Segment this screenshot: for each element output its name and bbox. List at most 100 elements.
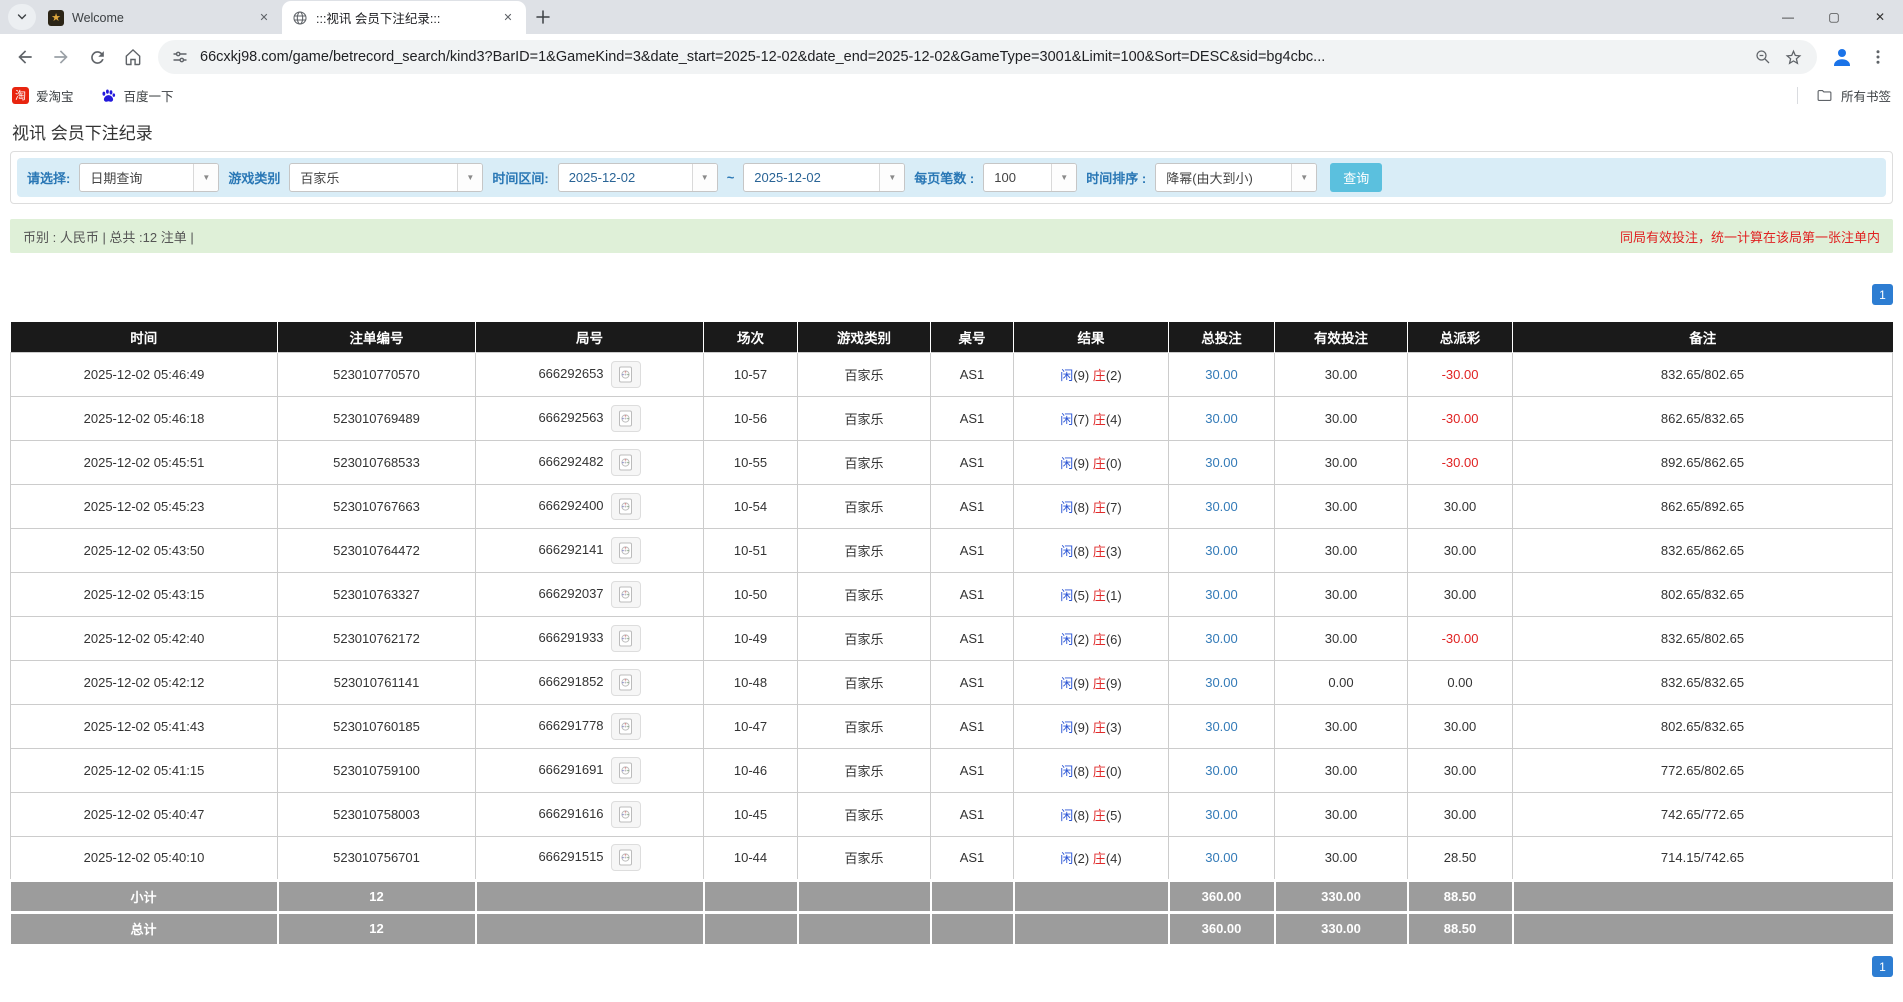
all-bookmarks[interactable]: 所有书签	[1797, 86, 1891, 105]
cell-payout: -30.00	[1408, 396, 1513, 440]
page-number-button[interactable]: 1	[1872, 956, 1893, 977]
bookmark-taobao[interactable]: 淘 爱淘宝	[12, 86, 74, 105]
column-header: 总投注	[1169, 322, 1275, 352]
tab-close-icon[interactable]: ✕	[256, 10, 272, 26]
page-content: 视讯 会员下注纪录 请选择: 日期查询 ▼ 游戏类别 百家乐 ▼ 时间区间: 2…	[0, 110, 1903, 977]
cell-result: 闲(8) 庄(0)	[1014, 748, 1169, 792]
total-bet-link[interactable]: 30.00	[1205, 499, 1238, 514]
total-bet-link[interactable]: 30.00	[1205, 763, 1238, 778]
column-header: 局号	[476, 322, 704, 352]
cell-note: 892.65/862.65	[1513, 440, 1893, 484]
site-settings-icon[interactable]	[172, 49, 188, 65]
date-start-picker[interactable]: 2025-12-02 ▼	[558, 163, 718, 192]
video-replay-button[interactable]	[611, 361, 641, 388]
column-header: 备注	[1513, 322, 1893, 352]
home-button[interactable]	[116, 40, 150, 74]
total-bet-link[interactable]: 30.00	[1205, 631, 1238, 646]
cell-result: 闲(9) 庄(2)	[1014, 352, 1169, 396]
forward-button[interactable]	[44, 40, 78, 74]
video-replay-button[interactable]	[611, 581, 641, 608]
total-bet-link[interactable]: 30.00	[1205, 675, 1238, 690]
query-type-select[interactable]: 日期查询 ▼	[79, 163, 219, 192]
back-icon	[15, 47, 35, 67]
cell-valid-bet: 30.00	[1275, 484, 1408, 528]
cell-valid-bet: 0.00	[1275, 660, 1408, 704]
bookmark-star-icon[interactable]	[1784, 48, 1803, 67]
tab-title: Welcome	[72, 11, 248, 25]
video-replay-button[interactable]	[611, 493, 641, 520]
cell-result: 闲(2) 庄(6)	[1014, 616, 1169, 660]
cell-valid-bet: 30.00	[1275, 748, 1408, 792]
search-button[interactable]: 查询	[1330, 163, 1382, 192]
total-bet-link[interactable]: 30.00	[1205, 455, 1238, 470]
video-replay-button[interactable]	[611, 713, 641, 740]
cell-time: 2025-12-02 05:41:15	[11, 748, 278, 792]
total-bet-link[interactable]: 30.00	[1205, 850, 1238, 865]
cell-payout: 30.00	[1408, 484, 1513, 528]
cell-game-type: 百家乐	[798, 396, 931, 440]
zoom-icon[interactable]	[1754, 48, 1772, 66]
footer-cell	[1014, 912, 1169, 944]
page-number-button[interactable]: 1	[1872, 284, 1893, 305]
cell-result: 闲(9) 庄(9)	[1014, 660, 1169, 704]
footer-cell	[1513, 912, 1893, 944]
back-button[interactable]	[8, 40, 42, 74]
cell-bet-id: 523010756701	[278, 836, 476, 880]
video-replay-button[interactable]	[611, 801, 641, 828]
cell-round-id: 666291778	[476, 704, 704, 748]
tab-close-icon[interactable]: ✕	[500, 10, 516, 26]
folder-icon	[1816, 87, 1833, 104]
video-replay-button[interactable]	[611, 405, 641, 432]
cell-bet-id: 523010768533	[278, 440, 476, 484]
welcome-tab-favicon: ★	[48, 10, 64, 26]
url-bar[interactable]: 66cxkj98.com/game/betrecord_search/kind3…	[158, 40, 1817, 74]
column-header: 有效投注	[1275, 322, 1408, 352]
total-bet-link[interactable]: 30.00	[1205, 367, 1238, 382]
footer-cell	[798, 912, 931, 944]
date-range-label: 时间区间:	[492, 168, 548, 187]
per-page-value: 100	[984, 170, 1051, 185]
column-header: 注单编号	[278, 322, 476, 352]
table-header-row: 时间注单编号局号场次游戏类别桌号结果总投注有效投注总派彩备注	[11, 322, 1893, 352]
video-replay-button[interactable]	[611, 625, 641, 652]
tab-search-button[interactable]	[8, 4, 36, 30]
video-record-icon	[618, 410, 633, 427]
total-bet-link[interactable]: 30.00	[1205, 411, 1238, 426]
tab-title: :::视讯 会员下注纪录:::	[316, 8, 492, 27]
sort-label: 时间排序 :	[1086, 168, 1146, 187]
new-tab-button[interactable]	[530, 4, 556, 30]
baidu-paw-icon	[100, 87, 117, 104]
video-replay-button[interactable]	[611, 757, 641, 784]
profile-avatar[interactable]	[1825, 40, 1859, 74]
date-end-picker[interactable]: 2025-12-02 ▼	[743, 163, 905, 192]
per-page-select[interactable]: 100 ▼	[983, 163, 1077, 192]
total-bet-link[interactable]: 30.00	[1205, 807, 1238, 822]
video-replay-button[interactable]	[611, 669, 641, 696]
game-type-select[interactable]: 百家乐 ▼	[289, 163, 483, 192]
reload-button[interactable]	[80, 40, 114, 74]
date-end-value: 2025-12-02	[744, 170, 879, 185]
tab-betrecord[interactable]: :::视讯 会员下注纪录::: ✕	[282, 1, 526, 34]
sort-select[interactable]: 降幂(由大到小) ▼	[1155, 163, 1317, 192]
close-button[interactable]: ✕	[1857, 0, 1903, 33]
cell-total-bet: 30.00	[1169, 660, 1275, 704]
bookmark-baidu[interactable]: 百度一下	[100, 86, 174, 105]
total-bet-link[interactable]: 30.00	[1205, 543, 1238, 558]
tab-welcome[interactable]: ★ Welcome ✕	[38, 1, 282, 34]
footer-cell: 小计	[11, 880, 278, 912]
cell-valid-bet: 30.00	[1275, 396, 1408, 440]
video-replay-button[interactable]	[611, 449, 641, 476]
bet-record-row: 2025-12-02 05:40:47523010758003666291616…	[11, 792, 1893, 836]
minimize-button[interactable]: —	[1765, 0, 1811, 33]
cell-note: 772.65/802.65	[1513, 748, 1893, 792]
maximize-button[interactable]: ▢	[1811, 0, 1857, 33]
total-bet-link[interactable]: 30.00	[1205, 719, 1238, 734]
browser-menu-button[interactable]	[1861, 40, 1895, 74]
cell-note: 714.15/742.65	[1513, 836, 1893, 880]
cell-total-bet: 30.00	[1169, 396, 1275, 440]
video-replay-button[interactable]	[611, 537, 641, 564]
cell-time: 2025-12-02 05:46:49	[11, 352, 278, 396]
video-replay-button[interactable]	[611, 844, 641, 871]
total-bet-link[interactable]: 30.00	[1205, 587, 1238, 602]
url-text[interactable]: 66cxkj98.com/game/betrecord_search/kind3…	[200, 49, 1742, 65]
